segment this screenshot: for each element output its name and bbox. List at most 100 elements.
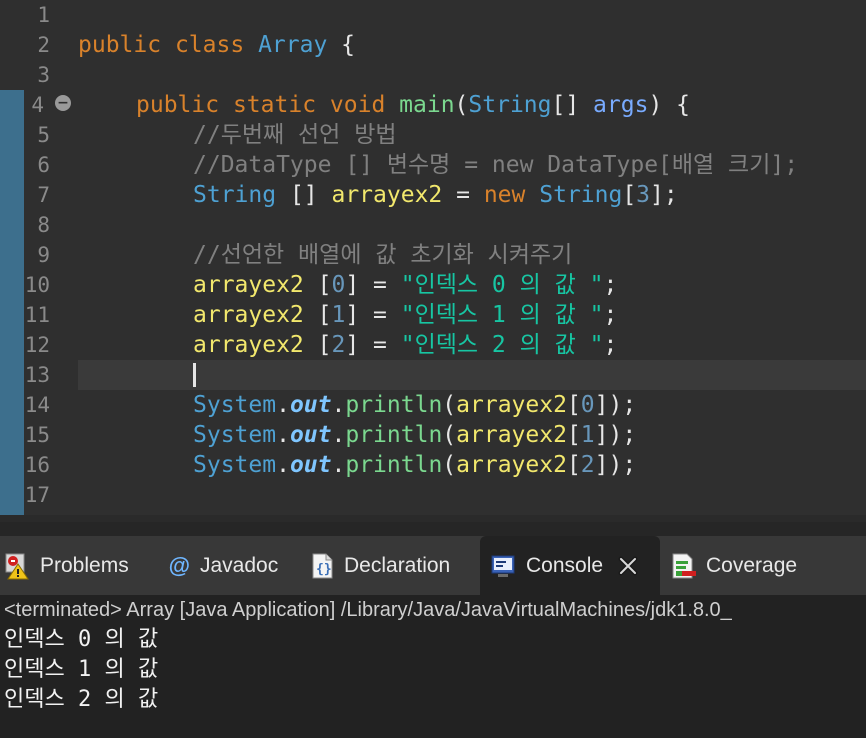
class-declaration: public class Array { <box>78 30 355 60</box>
method-name: println <box>345 422 443 448</box>
code-line-12[interactable]: 12 arrayex2 [2] = "인덱스 2 의 값 "; <box>0 330 866 360</box>
keyword-static: static <box>232 92 317 118</box>
coverage-icon <box>670 552 698 580</box>
line-number: 3 <box>37 63 50 87</box>
tab-label: Problems <box>40 553 129 577</box>
variable-name: arrayex2 <box>193 302 304 328</box>
line-number: 11 <box>24 303 50 327</box>
code-line-14[interactable]: 14 System.out.println(arrayex2[0]); <box>0 390 866 420</box>
svg-text:{}: {} <box>316 562 332 577</box>
type-name: String <box>539 182 623 208</box>
code-line-2[interactable]: 2 public class Array { <box>0 30 866 60</box>
panel-resize-sash[interactable] <box>0 522 866 536</box>
semicolon: ; <box>603 332 618 358</box>
code-line-6[interactable]: 6 //DataType [] 변수명 = new DataType[배열 크기… <box>0 150 866 180</box>
bracket: [ <box>303 272 332 298</box>
tab-label: Javadoc <box>200 553 279 577</box>
array-brackets: [] <box>551 92 594 118</box>
assignment-statement: arrayex2 [2] = "인덱스 2 의 값 "; <box>193 330 617 360</box>
tab-label: Coverage <box>706 553 798 577</box>
tab-declaration[interactable]: {} Declaration <box>308 536 450 595</box>
code-line-4[interactable]: 4 public static void main(String[] args)… <box>0 90 866 120</box>
line-number: 15 <box>24 423 50 447</box>
main-method-signature: public static void main(String[] args) { <box>136 90 690 120</box>
line-number: 4 <box>31 93 44 117</box>
declaration-icon: {} <box>308 552 336 580</box>
code-line-15[interactable]: 15 System.out.println(arrayex2[1]); <box>0 420 866 450</box>
line-number: 17 <box>24 483 50 507</box>
text-caret <box>193 363 196 387</box>
console-output-panel[interactable]: <terminated> Array [Java Application] /L… <box>0 595 866 738</box>
string-literal: "인덱스 2 의 값 " <box>400 332 604 358</box>
line-number: 12 <box>24 333 50 357</box>
tab-coverage[interactable]: Coverage <box>670 536 797 595</box>
bracket: [ <box>566 452 581 478</box>
line-number: 10 <box>24 273 50 297</box>
paren: ( <box>442 392 457 418</box>
bracket-paren-semicolon: ]); <box>594 422 637 448</box>
string-literal: "인덱스 1 의 값 " <box>400 302 604 328</box>
string-literal: "인덱스 0 의 값 " <box>400 272 604 298</box>
dot: . <box>331 422 346 448</box>
method-name: println <box>345 392 443 418</box>
code-line-17[interactable]: 17 <box>0 480 866 510</box>
index-literal: 0 <box>331 272 346 298</box>
code-editor[interactable]: 1 2 public class Array { 3 4 public stat… <box>0 0 866 522</box>
bracket-operator: ] = <box>345 332 401 358</box>
parameter-name: args <box>593 92 649 118</box>
variable-name: arrayex2 <box>456 452 567 478</box>
console-icon <box>490 552 518 580</box>
index-literal: 0 <box>580 392 595 418</box>
array-declaration: String [] arrayex2 = new String[3]; <box>193 180 678 210</box>
code-line-13-current[interactable] <box>78 360 866 390</box>
semicolon: ; <box>603 272 618 298</box>
problems-icon <box>4 552 32 580</box>
bracket-paren-semicolon: ]); <box>594 392 637 418</box>
console-output-line: 인덱스 1 의 값 <box>4 657 159 682</box>
tab-label: Declaration <box>344 553 451 577</box>
variable-name: arrayex2 <box>456 392 567 418</box>
code-line-8[interactable]: 8 <box>0 210 866 240</box>
code-line-9[interactable]: 9 //선언한 배열에 값 초기화 시켜주기 <box>0 240 866 270</box>
editor-bottom-edge <box>0 515 866 522</box>
assignment-statement: arrayex2 [1] = "인덱스 1 의 값 "; <box>193 300 617 330</box>
fold-collapse-icon[interactable]: − <box>55 95 71 111</box>
keyword-public: public <box>78 32 162 58</box>
tab-problems[interactable]: Problems <box>4 536 129 595</box>
assignment-statement: arrayex2 [0] = "인덱스 0 의 값 "; <box>193 270 617 300</box>
paren: ( <box>442 422 457 448</box>
code-line-7[interactable]: 7 String [] arrayex2 = new String[3]; <box>0 180 866 210</box>
dot: . <box>331 452 346 478</box>
type-name: String <box>468 92 552 118</box>
variable-name: arrayex2 <box>456 422 567 448</box>
code-line-11[interactable]: 11 arrayex2 [1] = "인덱스 1 의 값 "; <box>0 300 866 330</box>
dot: . <box>276 452 290 478</box>
close-icon[interactable] <box>617 555 639 577</box>
code-line-3[interactable]: 3 <box>0 60 866 90</box>
dot: . <box>276 422 290 448</box>
type-name: String <box>193 182 277 208</box>
code-line-5[interactable]: 5 //두번째 선언 방법 <box>0 120 866 150</box>
line-number: 2 <box>37 33 50 57</box>
line-number: 7 <box>37 183 50 207</box>
paren-brace: ) { <box>648 92 690 118</box>
line-number: 1 <box>37 3 50 27</box>
tab-console[interactable]: Console <box>480 536 660 595</box>
bracket-semicolon: ]; <box>650 182 678 208</box>
operator: = <box>442 182 484 208</box>
variable-name: arrayex2 <box>193 332 304 358</box>
code-line-16[interactable]: 16 System.out.println(arrayex2[2]); <box>0 450 866 480</box>
code-line-10[interactable]: 10 arrayex2 [0] = "인덱스 0 의 값 "; <box>0 270 866 300</box>
code-line-1[interactable]: 1 <box>0 0 866 30</box>
line-number: 9 <box>37 243 50 267</box>
line-number: 5 <box>37 123 50 147</box>
line-number: 16 <box>24 453 50 477</box>
method-name: main <box>399 92 455 118</box>
tab-label: Console <box>526 553 604 577</box>
bracket: [ <box>566 422 581 448</box>
variable-name: arrayex2 <box>193 272 304 298</box>
class-name: Array <box>258 32 328 58</box>
bracket-paren-semicolon: ]); <box>594 452 637 478</box>
comment: //두번째 선언 방법 <box>193 122 397 148</box>
tab-javadoc[interactable]: @ Javadoc <box>166 536 278 595</box>
